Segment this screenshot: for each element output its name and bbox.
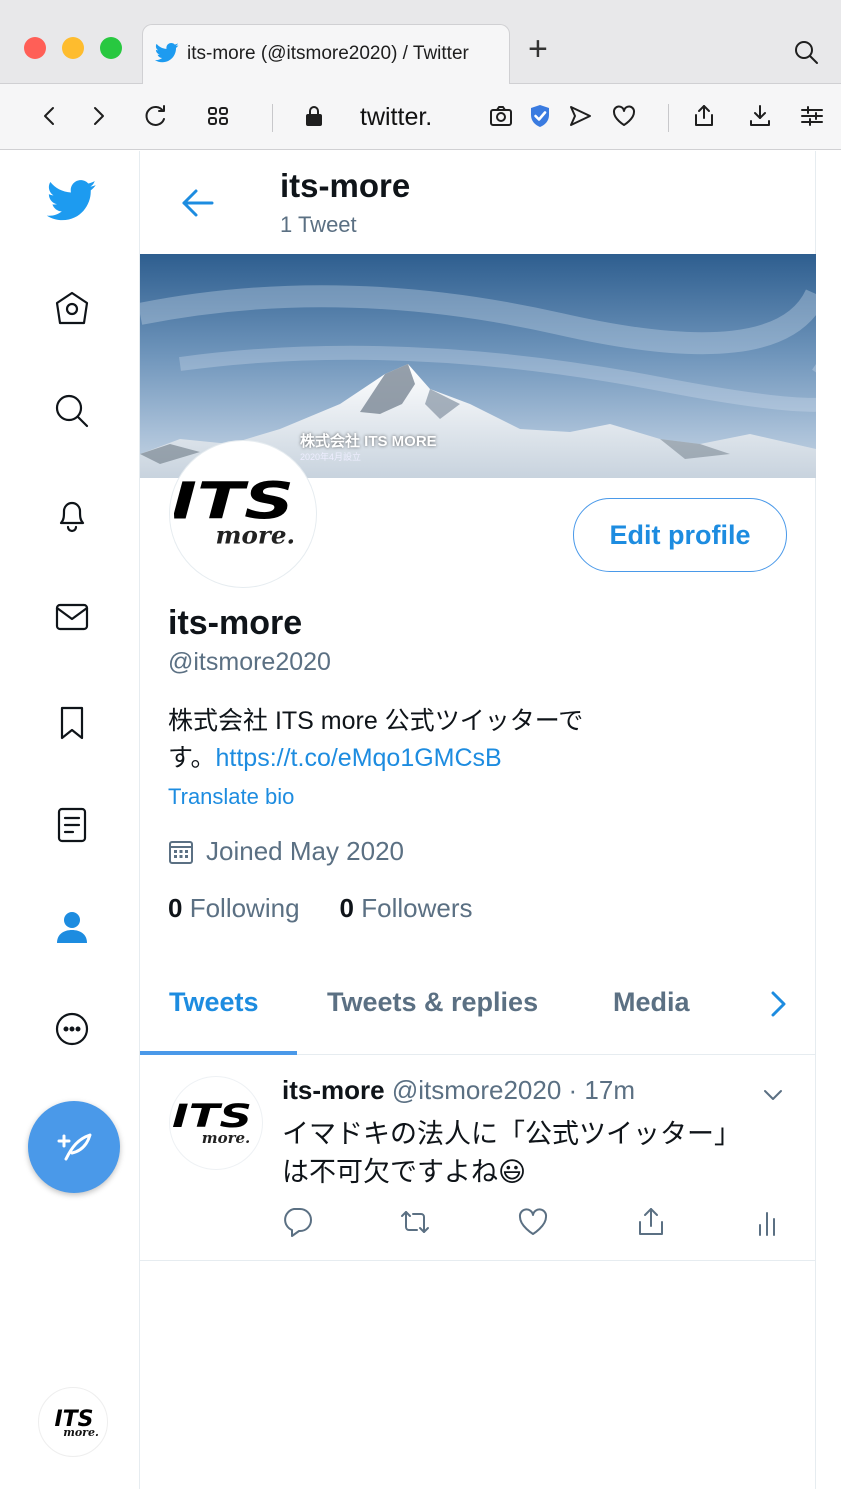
- svg-text:more.: more.: [63, 1426, 99, 1439]
- download-icon[interactable]: [742, 98, 778, 134]
- profile-bio: 株式会社 ITS more 公式ツイッターで す。https://t.co/eM…: [168, 703, 638, 777]
- follow-stats: 0 Following 0 Followers: [168, 893, 472, 924]
- following-count: 0: [168, 893, 183, 923]
- minimize-window-button[interactable]: [62, 37, 84, 59]
- tweet-avatar[interactable]: ITS more.: [170, 1077, 262, 1169]
- svg-text:more.: more.: [202, 1129, 251, 1147]
- share-icon[interactable]: [634, 1205, 672, 1243]
- bio-text-line1: 株式会社 ITS more 公式ツイッターで: [168, 707, 584, 735]
- share-icon[interactable]: [686, 98, 722, 134]
- back-arrow-icon[interactable]: [176, 181, 220, 225]
- lists-icon[interactable]: [46, 799, 98, 851]
- tweet-text-line2: は不可欠ですよね😃: [282, 1157, 527, 1187]
- more-options-icon[interactable]: [46, 1003, 98, 1055]
- profile-avatar[interactable]: ITS more.: [170, 441, 316, 587]
- tab-title: its-more (@itsmore2020) / Twitter: [187, 43, 469, 64]
- send-icon[interactable]: [562, 98, 598, 134]
- analytics-icon[interactable]: [752, 1205, 790, 1243]
- lock-icon: [296, 98, 332, 134]
- reload-icon[interactable]: [138, 98, 174, 134]
- shield-blocker-icon[interactable]: [522, 98, 558, 134]
- tweet-text-line1: イマドキの法人に「公式ツイッター」: [282, 1119, 741, 1149]
- heart-icon[interactable]: [606, 98, 642, 134]
- profile-handle: @itsmore2020: [168, 648, 331, 676]
- new-tab-button[interactable]: +: [528, 30, 548, 69]
- left-navigation: ITS more.: [0, 151, 140, 1489]
- back-arrow-icon[interactable]: [32, 98, 68, 134]
- banner-subcaption: 2020年4月設立: [300, 452, 362, 462]
- header-title: its-more: [280, 167, 411, 204]
- search-icon[interactable]: [46, 385, 98, 437]
- tweet-header: its-more @itsmore2020 · 17m: [282, 1075, 635, 1106]
- tweet-text: イマドキの法人に「公式ツイッター」 は不可欠ですよね😃: [282, 1115, 762, 1191]
- following-link[interactable]: 0 Following: [168, 893, 300, 924]
- camera-icon[interactable]: [483, 98, 519, 134]
- tweet-author-handle: @itsmore2020: [391, 1075, 562, 1105]
- speed-dial-icon[interactable]: [200, 98, 236, 134]
- feather-plus-icon: [57, 1133, 92, 1161]
- translate-bio-link[interactable]: Translate bio: [168, 784, 294, 810]
- profile-column: its-more 1 Tweet 株式会社 ITS MORE 2020年4月設立…: [140, 151, 816, 1489]
- edit-profile-button[interactable]: Edit profile: [573, 498, 787, 572]
- tab-tweets-and-replies[interactable]: Tweets & replies: [327, 987, 538, 1018]
- account-avatar[interactable]: ITS more.: [38, 1387, 108, 1457]
- calendar-icon: [169, 840, 193, 864]
- bio-text-line2: す。: [168, 744, 216, 772]
- profile-name: its-more: [168, 604, 303, 642]
- search-tabs-icon[interactable]: [788, 34, 824, 70]
- forward-arrow-icon[interactable]: [80, 98, 116, 134]
- address-bar-url[interactable]: twitter.: [360, 103, 432, 132]
- compose-tweet-button[interactable]: [28, 1101, 120, 1193]
- twitter-logo-icon[interactable]: [46, 175, 98, 227]
- tweet-author-name[interactable]: its-more: [282, 1075, 385, 1105]
- retweet-icon[interactable]: [398, 1205, 436, 1243]
- svg-text:more.: more.: [216, 520, 295, 549]
- twitter-bird-icon: [154, 43, 179, 65]
- profile-icon[interactable]: [46, 901, 98, 953]
- joined-date: Joined May 2020: [168, 836, 404, 867]
- twitter-page: ITS more. its-more 1 Tweet 株式会社 ITS MORE…: [0, 151, 841, 1489]
- tweet-time[interactable]: · 17m: [569, 1075, 635, 1105]
- browser-tab-bar: its-more (@itsmore2020) / Twitter +: [0, 0, 841, 84]
- banner-caption: 株式会社 ITS MORE: [300, 433, 437, 450]
- chevron-right-icon[interactable]: [764, 987, 794, 1021]
- chevron-down-icon[interactable]: [760, 1085, 786, 1105]
- header-tweet-count: 1 Tweet: [280, 212, 357, 237]
- joined-text: Joined May 2020: [206, 836, 405, 866]
- close-window-button[interactable]: [24, 37, 46, 59]
- bio-link[interactable]: https://t.co/eMqo1GMCsB: [216, 744, 502, 772]
- bookmarks-icon[interactable]: [46, 697, 98, 749]
- home-icon[interactable]: [46, 283, 98, 335]
- tweet-card[interactable]: ITS more. its-more @itsmore2020 · 17m イマ…: [140, 1055, 816, 1261]
- right-margin: [816, 151, 841, 1489]
- following-label: Following: [189, 893, 300, 923]
- like-heart-icon[interactable]: [516, 1205, 554, 1243]
- profile-tabs: Tweets Tweets & replies Media: [140, 963, 816, 1055]
- reply-icon[interactable]: [280, 1205, 318, 1243]
- tab-media[interactable]: Media: [613, 987, 690, 1018]
- followers-label: Followers: [361, 893, 473, 923]
- browser-tab[interactable]: its-more (@itsmore2020) / Twitter: [142, 24, 510, 84]
- zoom-window-button[interactable]: [100, 37, 122, 59]
- followers-count: 0: [339, 893, 354, 923]
- messages-mail-icon[interactable]: [46, 591, 98, 643]
- notifications-bell-icon[interactable]: [46, 489, 98, 541]
- settings-sliders-icon[interactable]: [794, 98, 830, 134]
- tab-tweets[interactable]: Tweets: [169, 987, 259, 1018]
- followers-link[interactable]: 0 Followers: [340, 893, 473, 924]
